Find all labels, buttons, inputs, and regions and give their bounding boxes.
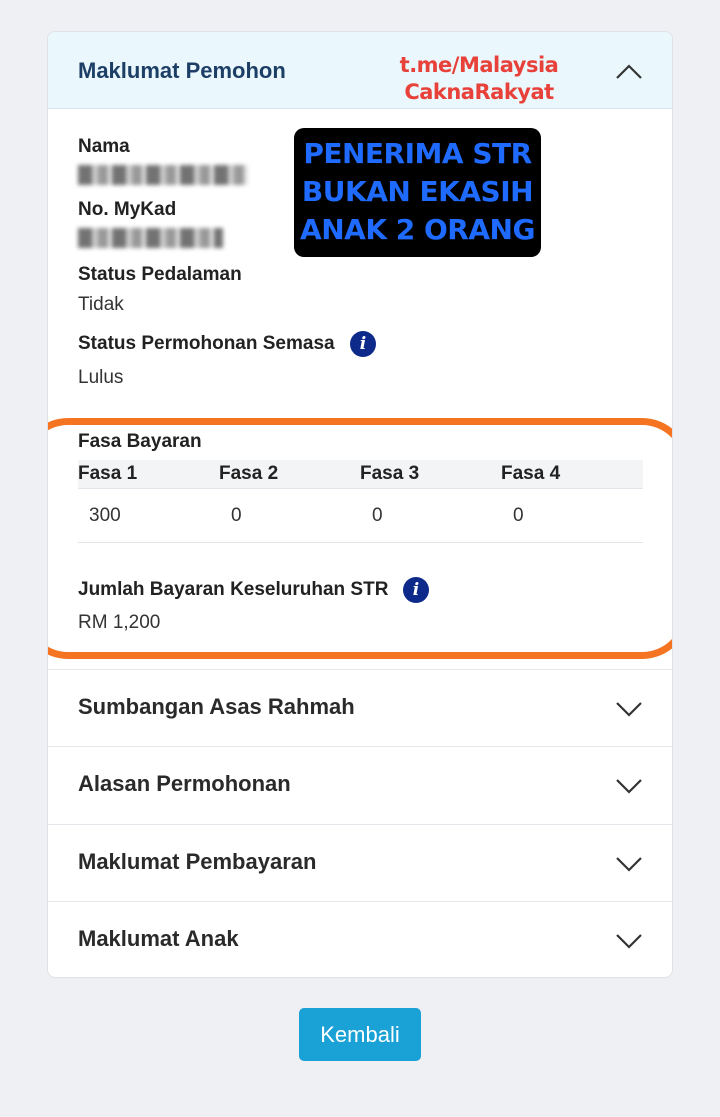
chevron-down-icon[interactable] <box>615 855 643 873</box>
watermark-line-1: t.me/Malaysia <box>399 53 559 77</box>
banner-line-3: ANAK 2 ORANG <box>300 213 535 246</box>
watermark-line-2: CaknaRakyat <box>404 80 554 104</box>
redacted-mykad <box>78 228 223 248</box>
chevron-up-icon[interactable] <box>615 62 643 80</box>
accordion-label: Sumbangan Asas Rahmah <box>78 694 355 719</box>
section-title: Maklumat Pemohon <box>78 58 286 83</box>
pedalaman-value: Tidak <box>78 294 124 315</box>
accordion-maklumat-anak[interactable]: Maklumat Anak <box>48 901 672 977</box>
watermark-text: t.me/Malaysia CaknaRakyat <box>384 52 574 106</box>
accordion-maklumat-pembayaran[interactable]: Maklumat Pembayaran <box>48 824 672 901</box>
banner-line-1: PENERIMA STR <box>303 137 532 170</box>
accordion-label: Maklumat Pembayaran <box>78 849 317 874</box>
applicant-card: Maklumat Pemohon t.me/Malaysia CaknaRaky… <box>47 31 673 978</box>
accordion-alasan-permohonan[interactable]: Alasan Permohonan <box>48 746 672 823</box>
highlight-circle <box>48 418 672 659</box>
permohonan-value: Lulus <box>78 367 124 388</box>
overlay-banner: PENERIMA STR BUKAN EKASIH ANAK 2 ORANG <box>294 128 541 257</box>
info-icon[interactable]: i <box>350 331 376 357</box>
chevron-down-icon[interactable] <box>615 777 643 795</box>
permohonan-label: Status Permohonan Semasa <box>78 333 335 354</box>
accordion-label: Maklumat Anak <box>78 926 239 951</box>
accordion-sumbangan-asas-rahmah[interactable]: Sumbangan Asas Rahmah <box>48 669 672 746</box>
accordion-header-maklumat-pemohon[interactable]: Maklumat Pemohon t.me/Malaysia CaknaRaky… <box>48 32 672 109</box>
chevron-down-icon[interactable] <box>615 932 643 950</box>
pedalaman-label: Status Pedalaman <box>78 264 242 285</box>
mykad-label: No. MyKad <box>78 199 177 220</box>
nama-label: Nama <box>78 136 130 157</box>
accordion-label: Alasan Permohonan <box>78 771 291 796</box>
banner-line-2: BUKAN EKASIH <box>301 175 534 208</box>
chevron-down-icon[interactable] <box>615 700 643 718</box>
redacted-name <box>78 165 248 185</box>
back-button[interactable]: Kembali <box>299 1008 421 1061</box>
